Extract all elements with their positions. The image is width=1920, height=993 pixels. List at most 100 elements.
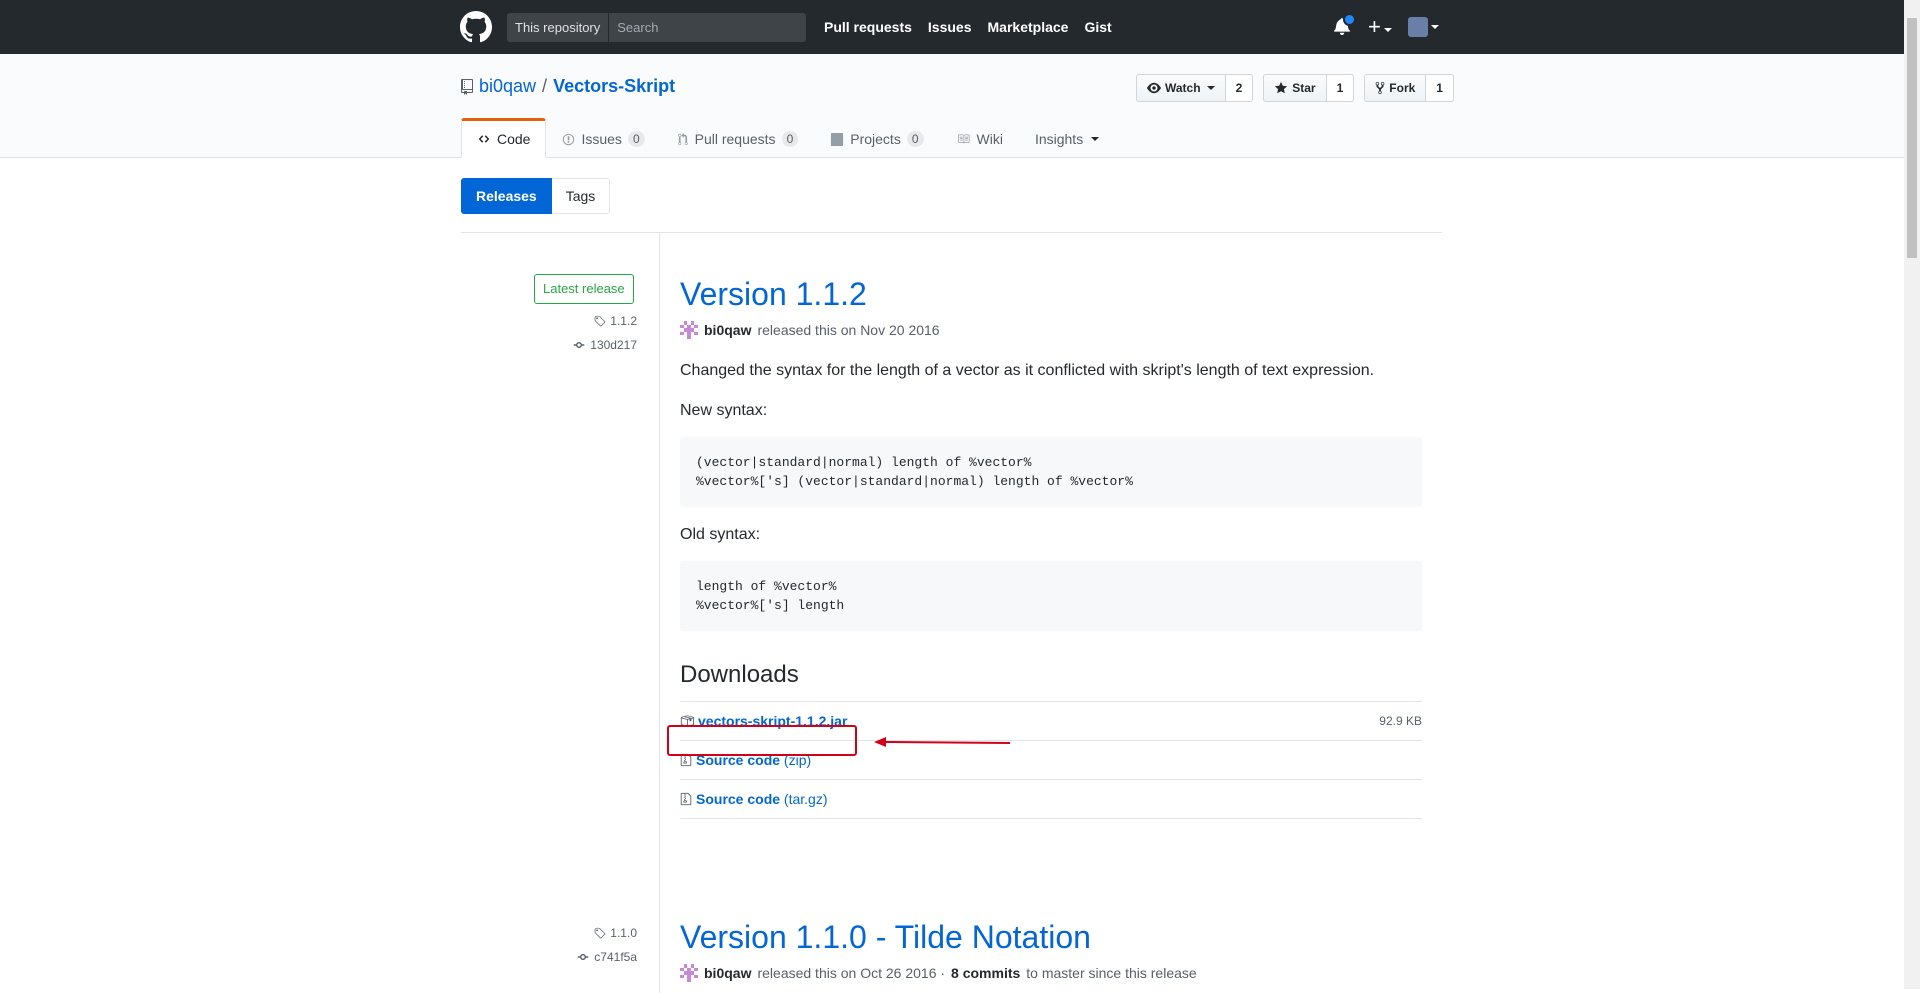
tab-code-label: Code bbox=[497, 131, 531, 147]
github-logo-icon[interactable] bbox=[460, 11, 492, 43]
repo-icon bbox=[461, 78, 473, 95]
tab-wiki[interactable]: Wiki bbox=[940, 118, 1019, 158]
release-author[interactable]: bi0qaw bbox=[704, 965, 751, 981]
chevron-down-icon bbox=[1430, 25, 1439, 29]
star-group: Star 1 bbox=[1263, 74, 1355, 102]
projects-counter: 0 bbox=[906, 131, 924, 147]
new-syntax-label: New syntax: bbox=[680, 402, 768, 419]
release-tag-label: 1.1.2 bbox=[610, 314, 637, 328]
tab-pull-requests-label: Pull requests bbox=[694, 131, 776, 147]
project-icon bbox=[831, 132, 844, 146]
user-menu-dropdown[interactable] bbox=[1407, 17, 1439, 37]
commits-since-link[interactable]: 8 commits bbox=[951, 965, 1020, 981]
nav-issues[interactable]: Issues bbox=[928, 19, 972, 35]
repo-header: bi0qaw / Vectors-Skript Watch 2 Star 1 F… bbox=[0, 54, 1904, 158]
repo-owner-link[interactable]: bi0qaw bbox=[479, 76, 536, 97]
pull-requests-counter: 0 bbox=[781, 131, 799, 147]
repo-name-link[interactable]: Vectors-Skript bbox=[553, 76, 675, 97]
star-icon bbox=[1275, 81, 1288, 94]
commit-icon bbox=[578, 954, 589, 960]
tab-wiki-label: Wiki bbox=[976, 131, 1003, 147]
scrollbar-thumb[interactable] bbox=[1907, 18, 1917, 258]
tab-projects-label: Projects bbox=[850, 131, 901, 147]
nav-gist[interactable]: Gist bbox=[1084, 19, 1111, 35]
repo-actions: Watch 2 Star 1 Fork 1 bbox=[1136, 74, 1454, 102]
release-author[interactable]: bi0qaw bbox=[704, 322, 751, 338]
release-tag-link[interactable]: 1.1.0 bbox=[593, 926, 637, 940]
repo-separator: / bbox=[542, 76, 548, 96]
release-commit-label: c741f5a bbox=[594, 950, 637, 964]
nav-pull-requests[interactable]: Pull requests bbox=[824, 19, 912, 35]
notifications-bell-icon[interactable] bbox=[1334, 13, 1356, 37]
annotation-highlight-box bbox=[667, 725, 857, 756]
create-new-dropdown[interactable]: + bbox=[1368, 14, 1392, 39]
download-row: Source code (tar.gz) bbox=[680, 779, 1422, 819]
header-user-area: + bbox=[1334, 0, 1439, 54]
downloads-heading: Downloads bbox=[680, 661, 799, 688]
star-count[interactable]: 1 bbox=[1326, 74, 1355, 102]
release-tag-label: 1.1.0 bbox=[610, 926, 637, 940]
repo-title: bi0qaw / Vectors-Skript bbox=[461, 76, 675, 97]
tab-insights-label: Insights bbox=[1034, 131, 1084, 147]
avatar[interactable] bbox=[680, 964, 698, 982]
release-commit-link[interactable]: 130d217 bbox=[572, 338, 637, 352]
pull-request-icon bbox=[677, 132, 688, 145]
code-icon bbox=[478, 135, 490, 143]
star-label: Star bbox=[1292, 81, 1316, 95]
watch-group: Watch 2 bbox=[1136, 74, 1254, 102]
tag-icon bbox=[594, 315, 606, 326]
tab-insights[interactable]: Insights bbox=[1019, 118, 1115, 158]
release-title[interactable]: Version 1.1.2 bbox=[680, 276, 1422, 313]
old-syntax-label: Old syntax: bbox=[680, 526, 761, 543]
avatar[interactable] bbox=[680, 321, 698, 339]
watch-button[interactable]: Watch bbox=[1136, 74, 1226, 102]
nav-marketplace[interactable]: Marketplace bbox=[988, 19, 1069, 35]
global-header: This repository Pull requests Issues Mar… bbox=[0, 0, 1904, 54]
timeline-divider bbox=[659, 233, 660, 993]
tag-icon bbox=[594, 927, 606, 938]
site-search: This repository bbox=[507, 13, 806, 42]
watch-count[interactable]: 2 bbox=[1225, 74, 1254, 102]
plus-icon: + bbox=[1368, 14, 1381, 39]
new-syntax-code: (vector|standard|normal) length of %vect… bbox=[680, 437, 1422, 507]
download-targz-link[interactable]: Source code (tar.gz) bbox=[696, 791, 828, 807]
chevron-down-icon bbox=[1383, 28, 1392, 33]
release-commit-label: 130d217 bbox=[590, 338, 637, 352]
commits-since-suffix: to master since this release bbox=[1026, 965, 1197, 981]
fork-button[interactable]: Fork bbox=[1364, 74, 1427, 102]
old-syntax-code: length of %vector% %vector%['s] length bbox=[680, 561, 1422, 631]
search-input[interactable] bbox=[609, 13, 806, 42]
chevron-down-icon bbox=[1091, 137, 1100, 141]
download-targz-ext: (tar.gz) bbox=[783, 791, 828, 807]
tab-code[interactable]: Code bbox=[461, 118, 547, 158]
releases-subnav: Releases Tags bbox=[461, 178, 611, 214]
release-tag-link[interactable]: 1.1.2 bbox=[593, 314, 637, 328]
fork-label: Fork bbox=[1389, 81, 1416, 95]
tab-pull-requests[interactable]: Pull requests 0 bbox=[661, 118, 815, 158]
release-description: Changed the syntax for the length of a v… bbox=[680, 362, 1375, 379]
fork-count[interactable]: 1 bbox=[1426, 74, 1454, 102]
star-button[interactable]: Star bbox=[1263, 74, 1327, 102]
divider bbox=[461, 232, 1442, 233]
eye-icon bbox=[1147, 82, 1161, 94]
chevron-down-icon bbox=[1206, 86, 1215, 90]
unread-indicator bbox=[1343, 13, 1356, 26]
release-commit-link[interactable]: c741f5a bbox=[576, 950, 637, 964]
releases-tab[interactable]: Releases bbox=[461, 178, 552, 214]
fork-group: Fork 1 bbox=[1364, 74, 1454, 102]
tab-issues[interactable]: Issues 0 bbox=[546, 118, 660, 158]
release-author-line: bi0qaw released this on Nov 20 2016 bbox=[680, 321, 1422, 339]
tab-projects[interactable]: Projects 0 bbox=[814, 118, 939, 158]
header-nav: Pull requests Issues Marketplace Gist bbox=[824, 0, 1112, 54]
file-zip-icon bbox=[680, 792, 692, 806]
release-title[interactable]: Version 1.1.0 - Tilde Notation bbox=[680, 919, 1422, 956]
page-scrollbar[interactable] bbox=[1904, 0, 1920, 989]
annotation-arrow-icon bbox=[874, 737, 1011, 747]
release-date-text: released this on Nov 20 2016 bbox=[757, 322, 940, 338]
issues-counter: 0 bbox=[627, 131, 645, 147]
commit-icon bbox=[574, 342, 585, 348]
tags-tab[interactable]: Tags bbox=[551, 178, 611, 214]
issue-icon bbox=[563, 133, 575, 145]
release-date-text: released this on Oct 26 2016 · bbox=[757, 965, 946, 981]
repo-nav: Code Issues 0 Pull requests 0 Projects 0… bbox=[461, 118, 1115, 158]
